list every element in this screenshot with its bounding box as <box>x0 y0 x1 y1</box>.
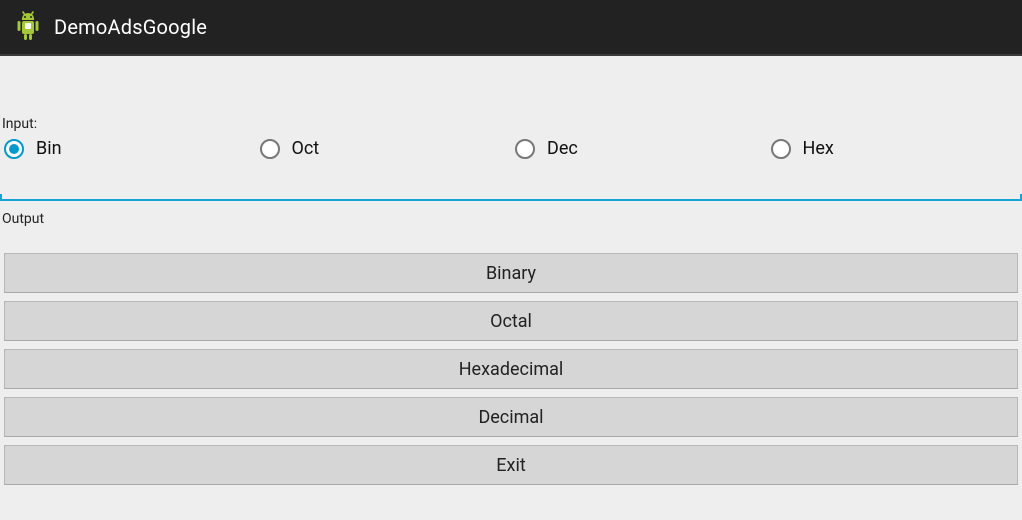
radio-dec[interactable]: Dec <box>511 138 767 159</box>
radio-bin-indicator <box>4 139 24 159</box>
radio-dec-label: Dec <box>547 138 578 159</box>
number-input[interactable] <box>0 167 1022 201</box>
radio-oct[interactable]: Oct <box>256 138 512 159</box>
radio-bin-label: Bin <box>36 138 62 159</box>
decimal-button[interactable]: Decimal <box>4 397 1018 437</box>
radio-hex[interactable]: Hex <box>767 138 1022 159</box>
app-title: DemoAdsGoogle <box>54 15 207 39</box>
exit-button[interactable]: Exit <box>4 445 1018 485</box>
output-buttons: Binary Octal Hexadecimal Decimal Exit <box>0 253 1022 485</box>
radio-bin[interactable]: Bin <box>0 138 256 159</box>
octal-button[interactable]: Octal <box>4 301 1018 341</box>
radio-hex-indicator <box>771 139 791 159</box>
input-radio-group: Bin Oct Dec Hex <box>0 138 1022 159</box>
radio-oct-indicator <box>260 139 280 159</box>
app-icon <box>12 11 44 43</box>
hexadecimal-button[interactable]: Hexadecimal <box>4 349 1018 389</box>
input-field-wrap <box>0 167 1022 201</box>
output-label: Output <box>2 211 1022 227</box>
radio-dec-indicator <box>515 139 535 159</box>
radio-hex-label: Hex <box>803 138 834 159</box>
radio-oct-label: Oct <box>292 138 320 159</box>
action-bar: DemoAdsGoogle <box>0 0 1022 56</box>
content-area: Input: Bin Oct Dec Hex Output Binary Oct… <box>0 116 1022 485</box>
binary-button[interactable]: Binary <box>4 253 1018 293</box>
input-label: Input: <box>2 116 1022 132</box>
